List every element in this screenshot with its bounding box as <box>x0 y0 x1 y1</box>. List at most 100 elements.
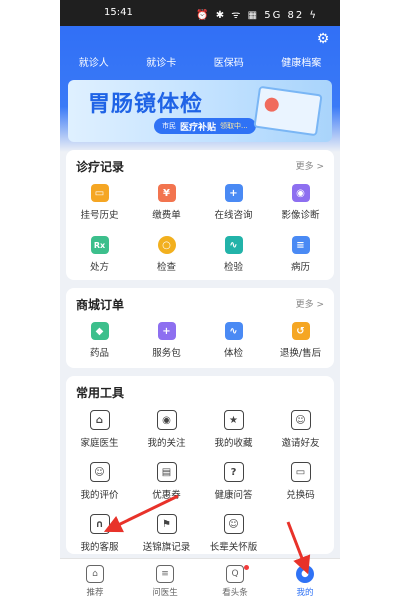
record-item-prescription[interactable]: Rx 处方 <box>66 232 133 284</box>
record-item-registration-history[interactable]: ▭ 挂号历史 <box>66 180 133 232</box>
tab-label: 问医生 <box>152 588 178 598</box>
record-item-imaging[interactable]: ◉ 影像诊断 <box>267 180 334 232</box>
order-item-checkup[interactable]: ∿ 体检 <box>200 318 267 370</box>
banner-pill-small: 市民 <box>162 122 176 130</box>
record-item-payment[interactable]: ¥ 缴费单 <box>133 180 200 232</box>
common-tools-grid: ⌂ 家庭医生 ◉ 我的关注 ★ 我的收藏 ☺ 邀请好友 ☺ 我的评价 ▤ 优惠券 <box>66 406 334 562</box>
elder-care-icon: ☺ <box>223 514 244 534</box>
checkup-icon: ∿ <box>224 322 243 340</box>
tab-ask-doctor[interactable]: ≡ 问医生 <box>137 559 193 600</box>
profile-icon: ● <box>296 565 314 583</box>
banner-title: 胃肠镜体检 <box>88 92 204 117</box>
banner-flag-icon: ⚑ <box>156 514 177 534</box>
tool-label: 我的评价 <box>80 490 119 501</box>
gear-icon[interactable]: ⚙ <box>316 32 330 46</box>
top-nav-patient[interactable]: 就诊人 <box>79 54 109 72</box>
medical-records-grid: ▭ 挂号历史 ¥ 缴费单 + 在线咨询 ◉ 影像诊断 Rx 处方 ○ 检查 ∿ … <box>66 180 334 284</box>
record-item-online-consult[interactable]: + 在线咨询 <box>200 180 267 232</box>
order-item-medicine[interactable]: ◆ 药品 <box>66 318 133 370</box>
tool-label: 我的收藏 <box>214 438 253 449</box>
review-icon: ☺ <box>89 462 110 482</box>
common-tools-card: 常用工具 ⌂ 家庭医生 ◉ 我的关注 ★ 我的收藏 ☺ 邀请好友 ☺ 我的评价 <box>66 376 334 554</box>
tool-banner-records[interactable]: ⚑ 送锦旗记录 <box>133 510 200 562</box>
phone-screen: 15:41 ⏰ ✱ ᯤ ▦ 5G 82 ϟ ⚙ 就诊人 就诊卡 医保码 健康档案… <box>60 0 340 600</box>
tool-coupons[interactable]: ▤ 优惠券 <box>133 458 200 510</box>
qa-icon: ? <box>223 462 244 482</box>
record-item-label: 缴费单 <box>152 210 181 221</box>
tab-recommend[interactable]: ⌂ 推荐 <box>67 559 123 600</box>
chat-plus-icon: + <box>224 184 243 202</box>
clipboard-icon: ≡ <box>291 236 310 254</box>
tool-elder-care[interactable]: ☺ 长辈关怀版 <box>200 510 267 562</box>
record-item-label: 处方 <box>89 262 109 273</box>
top-nav: 就诊人 就诊卡 医保码 健康档案 <box>60 54 340 72</box>
order-item-label: 退换/售后 <box>279 348 322 359</box>
tool-customer-service[interactable]: ∩ 我的客服 <box>66 510 133 562</box>
rx-icon: Rx <box>90 236 109 254</box>
order-item-label: 服务包 <box>152 348 181 359</box>
tab-label: 我的 <box>296 588 314 598</box>
promo-banner[interactable]: 胃肠镜体检 市民 医疗补贴 领取中... <box>68 80 332 142</box>
medical-records-more-link[interactable]: 更多 > <box>296 159 324 172</box>
banner-pill-main: 医疗补贴 <box>180 122 217 133</box>
message-icon: ≡ <box>156 565 174 583</box>
status-bar: 15:41 ⏰ ✱ ᯤ ▦ 5G 82 ϟ <box>60 0 340 26</box>
tool-label: 长辈关怀版 <box>209 542 258 553</box>
record-item-lab-test[interactable]: ∿ 检验 <box>200 232 267 284</box>
record-item-label: 在线咨询 <box>214 210 253 221</box>
tool-invite-friends[interactable]: ☺ 邀请好友 <box>267 406 334 458</box>
coupon-icon: ▤ <box>156 462 177 482</box>
top-nav-insurance-code[interactable]: 医保码 <box>214 54 244 72</box>
tool-my-follows[interactable]: ◉ 我的关注 <box>133 406 200 458</box>
pill-icon: ◆ <box>90 322 109 340</box>
tool-label: 优惠券 <box>152 490 181 501</box>
notification-dot <box>244 565 249 570</box>
record-item-examination[interactable]: ○ 检查 <box>133 232 200 284</box>
medical-records-card: 诊疗记录 更多 > ▭ 挂号历史 ¥ 缴费单 + 在线咨询 ◉ 影像诊断 Rx … <box>66 150 334 280</box>
mall-orders-more-link[interactable]: 更多 > <box>296 297 324 310</box>
order-item-label: 体检 <box>223 348 243 359</box>
tab-mine[interactable]: ● 我的 <box>277 559 333 600</box>
common-tools-title: 常用工具 <box>76 386 125 400</box>
tool-label: 家庭医生 <box>80 438 119 449</box>
wave-chart-icon: ∿ <box>224 236 243 254</box>
mall-orders-grid: ◆ 药品 + 服务包 ∿ 体检 ↺ 退换/售后 <box>66 318 334 370</box>
eye-card-icon: ◉ <box>156 410 177 430</box>
record-item-medical-history[interactable]: ≡ 病历 <box>267 232 334 284</box>
tab-label: 看头条 <box>222 588 248 598</box>
headset-icon: ∩ <box>89 514 110 534</box>
tool-label: 健康问答 <box>214 490 253 501</box>
top-nav-health-record[interactable]: 健康档案 <box>281 54 321 72</box>
calendar-icon: ▭ <box>90 184 109 202</box>
order-item-after-sales[interactable]: ↺ 退换/售后 <box>267 318 334 370</box>
news-icon: Q <box>226 565 244 583</box>
star-icon: ★ <box>223 410 244 430</box>
scanner-icon: ◉ <box>291 184 310 202</box>
status-icons: ⏰ ✱ ᯤ ▦ 5G 82 ϟ <box>196 10 318 21</box>
insurance-card-illustration <box>253 85 323 137</box>
tool-family-doctor[interactable]: ⌂ 家庭医生 <box>66 406 133 458</box>
tool-label: 我的客服 <box>80 542 119 553</box>
tool-label: 兑换码 <box>286 490 315 501</box>
tool-my-reviews[interactable]: ☺ 我的评价 <box>66 458 133 510</box>
tool-redeem-code[interactable]: ▭ 兑换码 <box>267 458 334 510</box>
record-item-label: 检查 <box>156 262 176 273</box>
medical-bag-icon: + <box>157 322 176 340</box>
banner-pill-tail: 领取中... <box>220 122 248 130</box>
record-item-label: 挂号历史 <box>80 210 119 221</box>
tab-label: 推荐 <box>86 588 104 598</box>
yen-bill-icon: ¥ <box>157 184 176 202</box>
banner-pill: 市民 医疗补贴 领取中... <box>154 118 256 134</box>
code-icon: ▭ <box>290 462 311 482</box>
mall-orders-title: 商城订单 <box>76 298 125 312</box>
status-time: 15:41 <box>104 7 133 18</box>
bottom-tab-bar: ⌂ 推荐 ≡ 问医生 Q 看头条 ● 我的 <box>60 558 340 600</box>
tool-my-favorites[interactable]: ★ 我的收藏 <box>200 406 267 458</box>
return-box-icon: ↺ <box>291 322 310 340</box>
tab-news[interactable]: Q 看头条 <box>207 559 263 600</box>
tool-health-qa[interactable]: ? 健康问答 <box>200 458 267 510</box>
top-nav-card[interactable]: 就诊卡 <box>146 54 176 72</box>
order-item-service-pack[interactable]: + 服务包 <box>133 318 200 370</box>
record-item-label: 病历 <box>290 262 310 273</box>
tool-label: 我的关注 <box>147 438 186 449</box>
